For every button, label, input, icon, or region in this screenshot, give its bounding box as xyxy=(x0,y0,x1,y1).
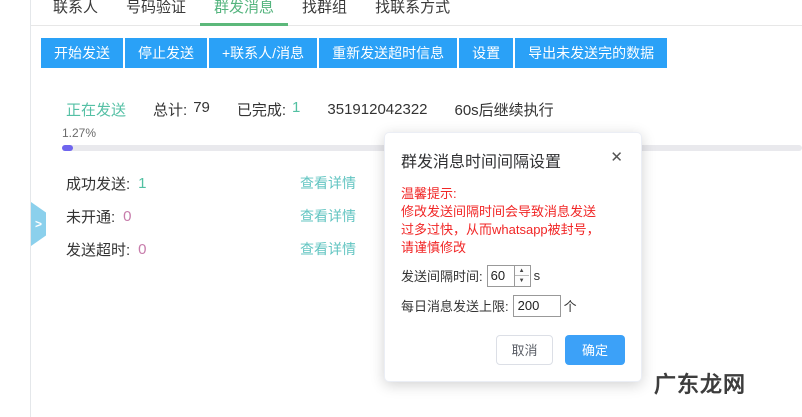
export-unsent-button[interactable]: 导出未发送完的数据 xyxy=(515,38,668,68)
send-status-line: 正在发送 总计: 79 已完成: 1 351912042322 60s后继续执行 xyxy=(66,99,554,120)
tab-number-verify[interactable]: 号码验证 xyxy=(112,0,200,26)
progress-bar-fill xyxy=(62,145,73,151)
daily-limit-input[interactable] xyxy=(512,294,561,317)
warning-text: 温馨提示: 修改发送间隔时间会导致消息发送 过多过快，从而whatsapp被封号… xyxy=(401,185,625,257)
interval-label: 发送间隔时间: xyxy=(401,269,483,285)
spinner-controls: ▲ ▼ xyxy=(513,265,529,286)
view-details-link-success[interactable]: 查看详情 xyxy=(300,173,356,193)
tab-find-contact-info[interactable]: 找联系方式 xyxy=(361,0,464,26)
interval-input[interactable] xyxy=(487,265,514,286)
dialog-title: 群发消息时间间隔设置 xyxy=(401,154,562,171)
sending-status-text: 正在发送 xyxy=(66,102,127,119)
view-details-link-timeout[interactable]: 查看详情 xyxy=(300,239,356,259)
progress-percent-label: 1.27% xyxy=(62,126,97,140)
left-rail-divider xyxy=(30,0,31,417)
daily-limit-unit: 个 xyxy=(563,299,577,315)
completed-value: 1 xyxy=(292,99,301,116)
interval-spinbox: ▲ ▼ xyxy=(486,264,531,287)
current-phone-number: 351912042322 xyxy=(327,101,428,118)
close-icon[interactable]: ✕ xyxy=(608,148,625,167)
stat-value: 0 xyxy=(123,207,132,225)
daily-limit-label: 每日消息发送上限: xyxy=(401,299,509,315)
total-count: 总计: 79 xyxy=(153,99,210,120)
daily-limit-field-row: 每日消息发送上限: 个 xyxy=(401,294,625,317)
spinner-down-icon[interactable]: ▼ xyxy=(514,276,529,286)
site-watermark: 广东龙网 xyxy=(653,372,746,397)
warning-line: 请谨慎修改 xyxy=(401,239,467,255)
stat-row-timeout: 发送超时: 0 查看详情 xyxy=(66,239,356,259)
completed-count: 已完成: 1 xyxy=(237,99,301,120)
stat-row-not-registered: 未开通: 0 查看详情 xyxy=(66,206,356,226)
settings-button[interactable]: 设置 xyxy=(459,38,514,68)
interval-field-row: 发送间隔时间: ▲ ▼ s xyxy=(401,264,625,287)
spinner-up-icon[interactable]: ▲ xyxy=(514,265,529,277)
stat-row-success: 成功发送: 1 查看详情 xyxy=(66,173,356,193)
send-stats-panel: 成功发送: 1 查看详情 未开通: 0 查看详情 发送超时: 0 查看详情 xyxy=(66,173,356,272)
tab-bulk-message[interactable]: 群发消息 xyxy=(200,0,289,26)
start-send-button[interactable]: 开始发送 xyxy=(41,38,123,68)
confirm-button[interactable]: 确定 xyxy=(565,334,625,365)
tab-find-groups[interactable]: 找群组 xyxy=(288,0,361,26)
action-toolbar: 开始发送 停止发送 +联系人/消息 重新发送超时信息 设置 导出未发送完的数据 xyxy=(41,38,668,68)
warning-line: 修改发送间隔时间会导致消息发送 xyxy=(401,203,597,219)
sidebar-expand-handle[interactable]: > xyxy=(31,202,46,246)
stat-value: 0 xyxy=(138,240,147,258)
stat-label: 未开通: xyxy=(66,208,116,226)
chevron-right-icon: > xyxy=(34,217,42,231)
interval-unit: s xyxy=(533,268,541,284)
warning-line: 温馨提示: xyxy=(401,186,457,201)
stat-label: 成功发送: xyxy=(66,175,131,193)
countdown-text: 60s后继续执行 xyxy=(454,102,554,119)
total-value: 79 xyxy=(193,99,210,116)
stat-value: 1 xyxy=(138,174,147,192)
stat-label: 发送超时: xyxy=(66,241,131,259)
warning-line: 过多过快，从而whatsapp被封号， xyxy=(401,221,600,237)
dialog-footer: 取消 确定 xyxy=(401,334,625,365)
dialog-header: 群发消息时间间隔设置 ✕ xyxy=(401,148,625,172)
resend-timeout-button[interactable]: 重新发送超时信息 xyxy=(319,38,458,68)
cancel-button[interactable]: 取消 xyxy=(496,334,553,365)
add-contacts-message-button[interactable]: +联系人/消息 xyxy=(209,38,318,68)
stop-send-button[interactable]: 停止发送 xyxy=(125,38,207,68)
tab-contacts[interactable]: 联系人 xyxy=(39,0,112,26)
view-details-link-not-registered[interactable]: 查看详情 xyxy=(300,206,356,226)
top-tab-bar: 联系人 号码验证 群发消息 找群组 找联系方式 xyxy=(31,0,802,26)
interval-settings-dialog: 群发消息时间间隔设置 ✕ 温馨提示: 修改发送间隔时间会导致消息发送 过多过快，… xyxy=(384,132,642,382)
completed-label: 已完成: xyxy=(236,102,287,119)
total-label: 总计: xyxy=(153,102,188,119)
